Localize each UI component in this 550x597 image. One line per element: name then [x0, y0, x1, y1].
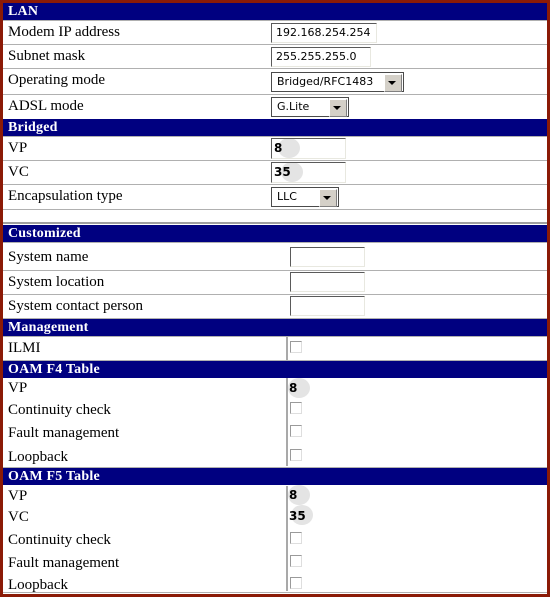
row-system-location: System location	[3, 271, 547, 294]
row-encapsulation-type: Encapsulation type LLC	[3, 185, 547, 209]
section-title-lan: LAN	[8, 4, 39, 19]
label-oam-f4-fault-management: Fault management	[8, 425, 120, 441]
section-title-customized: Customized	[8, 226, 81, 241]
row-adsl-mode: ADSL mode G.Lite	[3, 95, 547, 119]
row-bridged-vc: VC 35	[3, 161, 547, 184]
row-oam-f4-loopback: Loopback	[3, 446, 547, 469]
row-system-name: System name	[3, 246, 547, 269]
input-system-name[interactable]	[290, 247, 365, 267]
checkbox-oam-f5-fault-management[interactable]	[290, 555, 302, 567]
label-oam-f5-continuity-check: Continuity check	[8, 532, 111, 548]
label-modem-ip: Modem IP address	[8, 24, 120, 40]
chevron-down-icon[interactable]	[384, 74, 402, 92]
section-header-lan: LAN	[3, 3, 547, 20]
label-bridged-vp: VP	[8, 140, 28, 156]
row-oam-f4-continuity-check: Continuity check	[3, 399, 547, 422]
label-oam-f5-vp: VP	[8, 488, 28, 504]
section-title-oam-f4: OAM F4 Table	[8, 362, 100, 377]
label-subnet-mask: Subnet mask	[8, 48, 86, 64]
section-header-management: Management	[3, 319, 547, 336]
chevron-down-icon[interactable]	[329, 99, 347, 117]
row-oam-f5-vc: VC 35	[3, 505, 547, 528]
input-system-contact-person[interactable]	[290, 296, 365, 316]
label-system-name: System name	[8, 249, 89, 265]
checkbox-oam-f4-continuity-check[interactable]	[290, 402, 302, 414]
rule	[3, 592, 547, 593]
label-oam-f5-fault-management: Fault management	[8, 555, 120, 571]
value-oam-f4-vp: 8	[289, 381, 298, 395]
rule	[3, 242, 547, 243]
select-adsl-mode-value: G.Lite	[277, 100, 310, 113]
input-system-location[interactable]	[290, 272, 365, 292]
value-oam-f5-vp: 8	[289, 488, 298, 502]
input-bridged-vc[interactable]: 35	[271, 162, 346, 183]
column-divider	[286, 337, 288, 361]
label-oam-f4-loopback: Loopback	[8, 449, 68, 465]
config-sheet: LAN Modem IP address 192.168.254.254 Sub…	[3, 3, 547, 594]
label-oam-f5-vc: VC	[8, 509, 29, 525]
checkbox-oam-f4-fault-management[interactable]	[290, 425, 302, 437]
row-ilmi: ILMI	[3, 337, 547, 361]
label-system-contact-person: System contact person	[8, 298, 143, 314]
row-operating-mode: Operating mode Bridged/RFC1483	[3, 69, 547, 94]
section-title-management: Management	[8, 320, 89, 335]
section-title-oam-f5: OAM F5 Table	[8, 469, 100, 484]
section-header-customized: Customized	[3, 225, 547, 242]
checkbox-oam-f5-loopback[interactable]	[290, 577, 302, 589]
checkbox-ilmi[interactable]	[290, 341, 302, 353]
chevron-down-icon[interactable]	[319, 189, 337, 207]
section-header-bridged: Bridged	[3, 119, 547, 136]
row-oam-f5-continuity-check: Continuity check	[3, 529, 547, 552]
select-adsl-mode[interactable]: G.Lite	[271, 97, 349, 117]
input-modem-ip[interactable]: 192.168.254.254	[271, 23, 377, 43]
select-encapsulation-type-value: LLC	[277, 190, 297, 203]
label-ilmi: ILMI	[8, 340, 41, 356]
row-modem-ip: Modem IP address 192.168.254.254	[3, 21, 547, 44]
section-header-oam-f5: OAM F5 Table	[3, 468, 547, 485]
checkbox-oam-f5-continuity-check[interactable]	[290, 532, 302, 544]
checkbox-oam-f4-loopback[interactable]	[290, 449, 302, 461]
label-oam-f5-loopback: Loopback	[8, 577, 68, 593]
section-title-bridged: Bridged	[8, 120, 58, 135]
label-bridged-vc: VC	[8, 164, 29, 180]
row-oam-f5-fault-management: Fault management	[3, 552, 547, 575]
section-header-oam-f4: OAM F4 Table	[3, 361, 547, 378]
label-oam-f4-vp: VP	[8, 380, 28, 396]
label-operating-mode: Operating mode	[8, 72, 106, 88]
value-oam-f5-vc: 35	[289, 509, 306, 523]
input-subnet-mask[interactable]: 255.255.255.0	[271, 47, 371, 67]
label-adsl-mode: ADSL mode	[8, 98, 84, 114]
row-bridged-vp: VP 8	[3, 137, 547, 160]
select-operating-mode-value: Bridged/RFC1483	[277, 75, 374, 88]
row-subnet-mask: Subnet mask 255.255.255.0	[3, 45, 547, 68]
select-encapsulation-type[interactable]: LLC	[271, 187, 339, 207]
rule	[3, 222, 547, 224]
row-oam-f4-fault-management: Fault management	[3, 422, 547, 445]
row-oam-f4-vp: VP 8	[3, 378, 547, 399]
row-oam-f5-vp: VP 8	[3, 485, 547, 507]
label-system-location: System location	[8, 274, 105, 290]
rule	[3, 209, 547, 210]
label-oam-f4-continuity-check: Continuity check	[8, 402, 111, 418]
input-bridged-vp[interactable]: 8	[271, 138, 346, 159]
label-encapsulation-type: Encapsulation type	[8, 188, 123, 204]
row-oam-f5-loopback: Loopback	[3, 574, 547, 594]
select-operating-mode[interactable]: Bridged/RFC1483	[271, 72, 404, 92]
row-system-contact-person: System contact person	[3, 295, 547, 318]
modem-config-page: LAN Modem IP address 192.168.254.254 Sub…	[0, 0, 550, 597]
